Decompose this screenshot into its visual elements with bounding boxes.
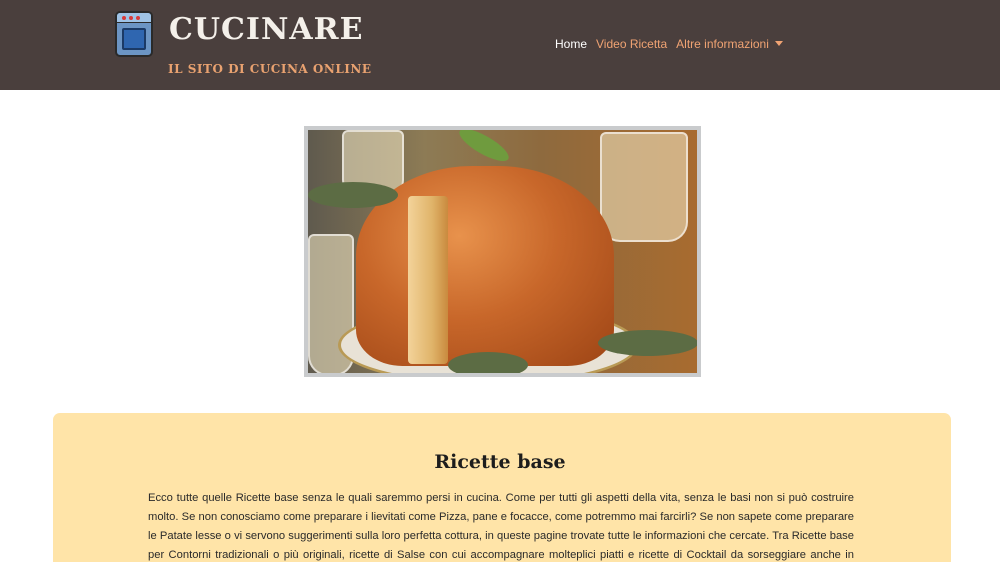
site-subtitle: IL SITO DI CUCINA ONLINE: [168, 62, 372, 76]
nav-altre-informazioni-dropdown[interactable]: Altre informazioni: [676, 37, 783, 51]
oven-knob: [136, 16, 140, 20]
section-title: Ricette base: [434, 451, 566, 473]
herb-garnish: [598, 330, 697, 356]
cake-slice-cut: [408, 196, 448, 364]
oven-icon[interactable]: [115, 11, 153, 57]
hero-image-frame: [304, 126, 701, 377]
main-nav: Home Video Ricetta Altre informazioni: [555, 37, 783, 51]
site-header: CUCINARE IL SITO DI CUCINA ONLINE Home V…: [0, 0, 1000, 90]
oven-knob: [129, 16, 133, 20]
oven-window: [122, 28, 146, 50]
nav-video-ricetta-link[interactable]: Video Ricetta: [596, 37, 667, 51]
bay-leaf-garnish: [455, 130, 513, 167]
site-title[interactable]: CUCINARE: [169, 12, 363, 47]
oven-knob: [122, 16, 126, 20]
nav-home-link[interactable]: Home: [555, 37, 587, 51]
hero-image: [308, 130, 697, 373]
caret-down-icon: [774, 41, 783, 46]
oven-control-panel: [117, 13, 151, 23]
herb-garnish: [448, 352, 528, 373]
section-description: Ecco tutte quelle Ricette base senza le …: [148, 492, 854, 561]
wine-glass: [600, 132, 688, 242]
herb-garnish: [308, 182, 398, 208]
nav-altre-informazioni-label: Altre informazioni: [676, 37, 769, 51]
